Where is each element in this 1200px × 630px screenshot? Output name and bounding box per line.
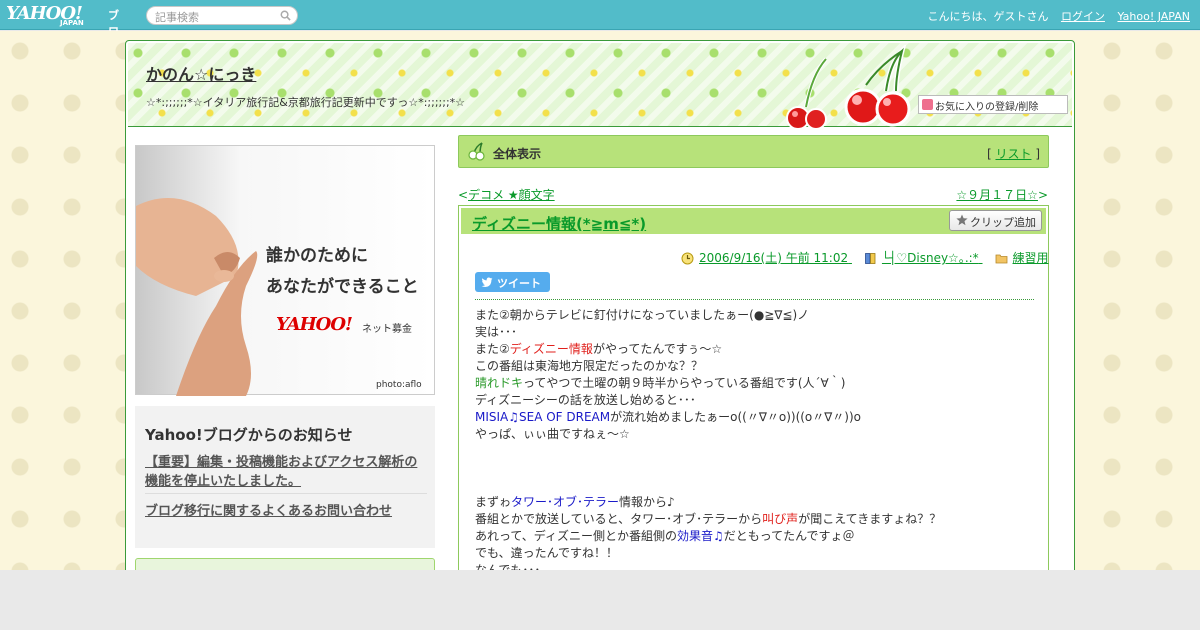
- article-line: また②朝からテレビに釘付けになっていましたぁー(●≧∇≦)ノ: [475, 307, 1035, 324]
- article-header: ディズニー情報(*≧m≦*) クリップ追加: [461, 208, 1046, 234]
- article-text: この番組は東海地方限定だったのかな？？: [475, 359, 704, 373]
- article-line: 番組とかで放送していると、タワー･オブ･テラーから叫び声が聞こえてきますょね？？: [475, 511, 1035, 528]
- article-text: ってやつで土曜の朝９時半からやっている番組です(人´∀｀): [523, 376, 846, 390]
- article-line: あれって、ディズニー側とか番組側の効果音♫だともってたんですょ＠: [475, 528, 1035, 545]
- theme-label: └┤♡Disney☆｡.:*: [881, 251, 979, 265]
- article-text: だともってたんですょ＠: [723, 529, 855, 543]
- ad-headline-1: 誰かのために: [266, 246, 368, 266]
- tweet-label: ツイート: [497, 277, 541, 290]
- heart-icon: [922, 99, 933, 110]
- blog-header: かのん☆にっき ☆*:;;;;;;*☆イタリア旅行記&京都旅行記更新中ですっ☆*…: [128, 43, 1072, 130]
- article-text: やっぱ、ぃぃ曲ですねぇ～☆: [475, 427, 630, 441]
- book-icon: [865, 253, 876, 264]
- clock-icon: [681, 252, 694, 265]
- article-divider: [475, 299, 1034, 300]
- blog-title[interactable]: かのん☆にっき: [146, 61, 256, 85]
- search-icon[interactable]: [280, 10, 291, 21]
- article-line: まずゎタワー･オブ･テラー情報から♪: [475, 494, 1035, 511]
- article-text: 実は･･･: [475, 325, 518, 339]
- cherry-icon: [786, 45, 911, 130]
- yahoo-japan-link[interactable]: Yahoo! JAPAN: [1117, 10, 1190, 23]
- view-all-label: 全体表示: [493, 147, 542, 161]
- ad-headline-2: あなたができること: [266, 277, 419, 297]
- article-meta: 2006/9/16(土) 午前 11:02 └┤♡Disney☆｡.:* 練習用: [669, 249, 1049, 266]
- article-body: また②朝からテレビに釘付けになっていましたぁー(●≧∇≦)ノ 実は･･･ また②ディ…: [475, 307, 1035, 579]
- donation-ad-banner[interactable]: 誰かのために あなたができること YAHOO! ネット募金 photo:aflo: [135, 145, 435, 396]
- favorite-register-button[interactable]: お気に入りの登録/削除: [918, 95, 1068, 114]
- greeting-text: こんにちは、ゲストさん: [927, 10, 1049, 23]
- article-date: 2006/9/16(土) 午前 11:02: [699, 251, 849, 265]
- highlighted-text: 晴れドキ: [475, 376, 524, 390]
- article-line: [475, 460, 1035, 477]
- notice-box: Yahoo!ブログからのお知らせ 【重要】編集・投稿機能およびアクセス解析の機能…: [135, 406, 435, 548]
- next-article-nav: ☆９月１７日☆>: [956, 186, 1048, 203]
- cherry-small-icon: [468, 142, 485, 161]
- article-line: MISIA♫SEA OF DREAMが流れ始めましたぁーo((〃∇〃o))((o…: [475, 409, 1035, 426]
- article-line: [475, 443, 1035, 460]
- highlighted-text: 効果音♫: [676, 529, 724, 543]
- ad-yahoo-logo: YAHOO!: [276, 314, 353, 335]
- article-text: が流れ始めましたぁーo((〃∇〃o))((o〃∇〃))o: [610, 410, 862, 424]
- article-line: [475, 477, 1035, 494]
- notice-title: Yahoo!ブログからのお知らせ: [145, 426, 353, 444]
- article-line: でも、違ったんですね！！: [475, 545, 1035, 562]
- article-text: また②: [475, 342, 510, 356]
- article-text: あれって、ディズニー側とか番組側の: [475, 529, 677, 543]
- highlighted-text: ディズニー情報: [509, 342, 593, 356]
- next-arrow: >: [1037, 188, 1048, 202]
- ad-photo-credit: photo:aflo: [376, 380, 422, 390]
- search-input[interactable]: 記事検索: [146, 6, 298, 25]
- favorite-register-label: お気に入りの登録/削除: [935, 102, 1039, 113]
- article-line: ディズニーシーの話を放送し始めると･･･: [475, 392, 1035, 409]
- article-line: 晴れドキってやつで土曜の朝９時半からやっている番組です(人´∀｀): [475, 375, 1035, 392]
- highlighted-text: 叫び声: [762, 512, 799, 526]
- article-title[interactable]: ディズニー情報(*≧m≦*): [472, 213, 646, 234]
- top-right-links: こんにちは、ゲストさん ログイン Yahoo! JAPAN: [918, 8, 1190, 24]
- article-text: がやってたんですぅ～☆: [592, 342, 723, 356]
- theme-link[interactable]: └┤♡Disney☆｡.:*: [864, 251, 983, 265]
- article-entry: ディズニー情報(*≧m≦*) クリップ追加 2006/9/16(土) 午前 11…: [458, 205, 1049, 585]
- notice-divider: [145, 493, 427, 494]
- article-text: でも、違ったんですね！！: [475, 546, 619, 560]
- article-text: ディズニーシーの話を放送し始めると･･･: [475, 393, 696, 407]
- highlighted-text: タワー･オブ･テラー: [511, 495, 620, 509]
- notice-link-faq[interactable]: ブログ移行に関するよくあるお問い合わせ: [145, 500, 392, 519]
- article-text: 番組とかで放送していると、タワー･オブ･テラーから: [475, 512, 763, 526]
- ad-donation-label: ネット募金: [362, 324, 412, 335]
- folder-link[interactable]: 練習用: [995, 251, 1049, 265]
- article-date-link[interactable]: 2006/9/16(土) 午前 11:02: [681, 251, 852, 265]
- article-line: また②ディズニー情報がやってたんですぅ～☆: [475, 341, 1035, 358]
- bracket-close: ]: [1031, 147, 1040, 161]
- folder-icon: [995, 254, 1007, 264]
- clip-add-button[interactable]: クリップ追加: [949, 210, 1042, 231]
- folder-label: 練習用: [1012, 251, 1049, 265]
- article-line: この番組は東海地方限定だったのかな？？: [475, 358, 1035, 375]
- clip-add-label: クリップ追加: [970, 216, 1036, 229]
- highlighted-text: MISIA♫SEA OF DREAM: [475, 410, 611, 424]
- star-icon: [956, 214, 968, 226]
- prev-arrow: <: [458, 188, 469, 202]
- yahoo-topbar: YAHOO! JAPAN ブログ 記事検索 こんにちは、ゲストさん ログイン Y…: [0, 0, 1200, 54]
- blog-description: ☆*:;;;;;;*☆イタリア旅行記&京都旅行記更新中ですっ☆*:;;;;;;*…: [146, 96, 466, 109]
- article-line: 実は･･･: [475, 324, 1035, 341]
- next-article-link[interactable]: ☆９月１７日☆: [956, 188, 1038, 202]
- login-link[interactable]: ログイン: [1061, 10, 1105, 23]
- search-placeholder: 記事検索: [155, 11, 199, 24]
- prev-article-nav: <デコメ ★顔文字: [458, 186, 555, 203]
- prev-article-link[interactable]: デコメ ★顔文字: [468, 188, 555, 202]
- tweet-button[interactable]: ツイート: [475, 272, 550, 292]
- page-footer-area: [0, 570, 1200, 630]
- article-text: まずゎ: [475, 495, 512, 509]
- article-text: また②朝からテレビに釘付けになっていましたぁー(●≧∇≦)ノ: [475, 308, 810, 322]
- notice-link-important[interactable]: 【重要】編集・投稿機能およびアクセス解析の機能を停止いたしました。: [145, 453, 427, 491]
- holding-hands-image: [136, 198, 258, 396]
- view-mode-bar: 全体表示 [ リスト ]: [458, 135, 1049, 168]
- article-line: やっぱ、ぃぃ曲ですねぇ～☆: [475, 426, 1035, 443]
- article-text: 情報から♪: [619, 495, 675, 509]
- list-view-toggle: [ リスト ]: [987, 145, 1040, 162]
- list-view-link[interactable]: リスト: [995, 147, 1031, 161]
- twitter-bird-icon: [481, 277, 493, 287]
- yahoo-logo-japan: JAPAN: [60, 19, 84, 27]
- article-text: が聞こえてきますょね？？: [798, 512, 942, 526]
